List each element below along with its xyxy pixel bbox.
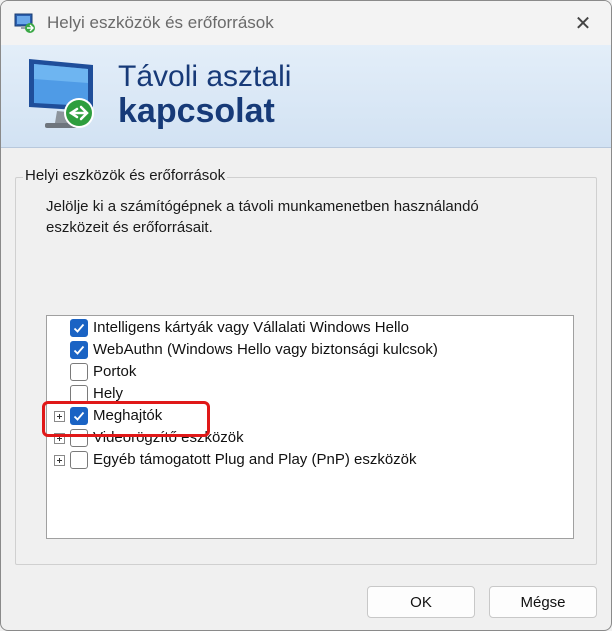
close-icon: ✕ — [574, 12, 592, 35]
plus-expander-icon[interactable] — [54, 411, 65, 422]
groupbox-title: Helyi eszközök és erőforrások — [23, 167, 228, 184]
cancel-button[interactable]: Mégse — [489, 586, 597, 618]
banner-title-line2: kapcsolat — [118, 92, 275, 130]
plus-expander-icon[interactable] — [54, 455, 65, 466]
list-item-ports[interactable]: Portok — [47, 362, 567, 384]
list-item-pnp-devices[interactable]: Egyéb támogatott Plug and Play (PnP) esz… — [47, 450, 567, 472]
close-button[interactable]: ✕ — [563, 5, 603, 41]
banner-title-line1: Távoli asztali — [118, 60, 292, 93]
list-item-drives[interactable]: Meghajtók — [47, 406, 567, 428]
list-item-label: Videorögzítő eszközök — [93, 429, 244, 446]
device-tree-list[interactable]: Intelligens kártyák vagy Vállalati Windo… — [46, 315, 574, 539]
smart-cards-checkbox[interactable] — [70, 319, 88, 337]
list-item-location[interactable]: Hely — [47, 384, 567, 406]
ok-button[interactable]: OK — [367, 586, 475, 618]
checkmark-icon — [73, 345, 85, 355]
list-item-label: WebAuthn (Windows Hello vagy biztonsági … — [93, 341, 438, 358]
pnp-devices-checkbox[interactable] — [70, 451, 88, 469]
dialog-window: Helyi eszközök és erőforrások ✕ Távoli a… — [0, 0, 612, 631]
list-item-label: Meghajtók — [93, 407, 163, 424]
description-line-1: Jelölje ki a számítógépnek a távoli munk… — [46, 198, 479, 215]
list-item-label: Portok — [93, 363, 137, 380]
remote-desktop-icon — [14, 13, 35, 33]
plus-expander-icon[interactable] — [54, 433, 65, 444]
ports-checkbox[interactable] — [70, 363, 88, 381]
title-bar: Helyi eszközök és erőforrások ✕ — [1, 1, 611, 45]
header-banner: Távoli asztali kapcsolat — [1, 45, 611, 148]
checkmark-icon — [73, 323, 85, 333]
description-text: Jelölje ki a számítógépnek a távoli munk… — [46, 196, 566, 238]
webauthn-checkbox[interactable] — [70, 341, 88, 359]
video-capture-checkbox[interactable] — [70, 429, 88, 447]
description-line-2: eszközeit és erőforrásait. — [46, 219, 213, 236]
window-title: Helyi eszközök és erőforrások — [47, 13, 274, 32]
remote-desktop-monitor-icon — [29, 59, 94, 128]
list-item-label: Intelligens kártyák vagy Vállalati Windo… — [93, 319, 409, 336]
drives-checkbox[interactable] — [70, 407, 88, 425]
list-item-webauthn[interactable]: WebAuthn (Windows Hello vagy biztonsági … — [47, 340, 567, 362]
checkmark-icon — [73, 411, 85, 421]
location-checkbox[interactable] — [70, 385, 88, 403]
list-item-label: Hely — [93, 385, 124, 402]
list-item-video-capture[interactable]: Videorögzítő eszközök — [47, 428, 567, 450]
list-item-label: Egyéb támogatott Plug and Play (PnP) esz… — [93, 451, 417, 468]
list-item-smart-cards[interactable]: Intelligens kártyák vagy Vállalati Windo… — [47, 318, 567, 340]
